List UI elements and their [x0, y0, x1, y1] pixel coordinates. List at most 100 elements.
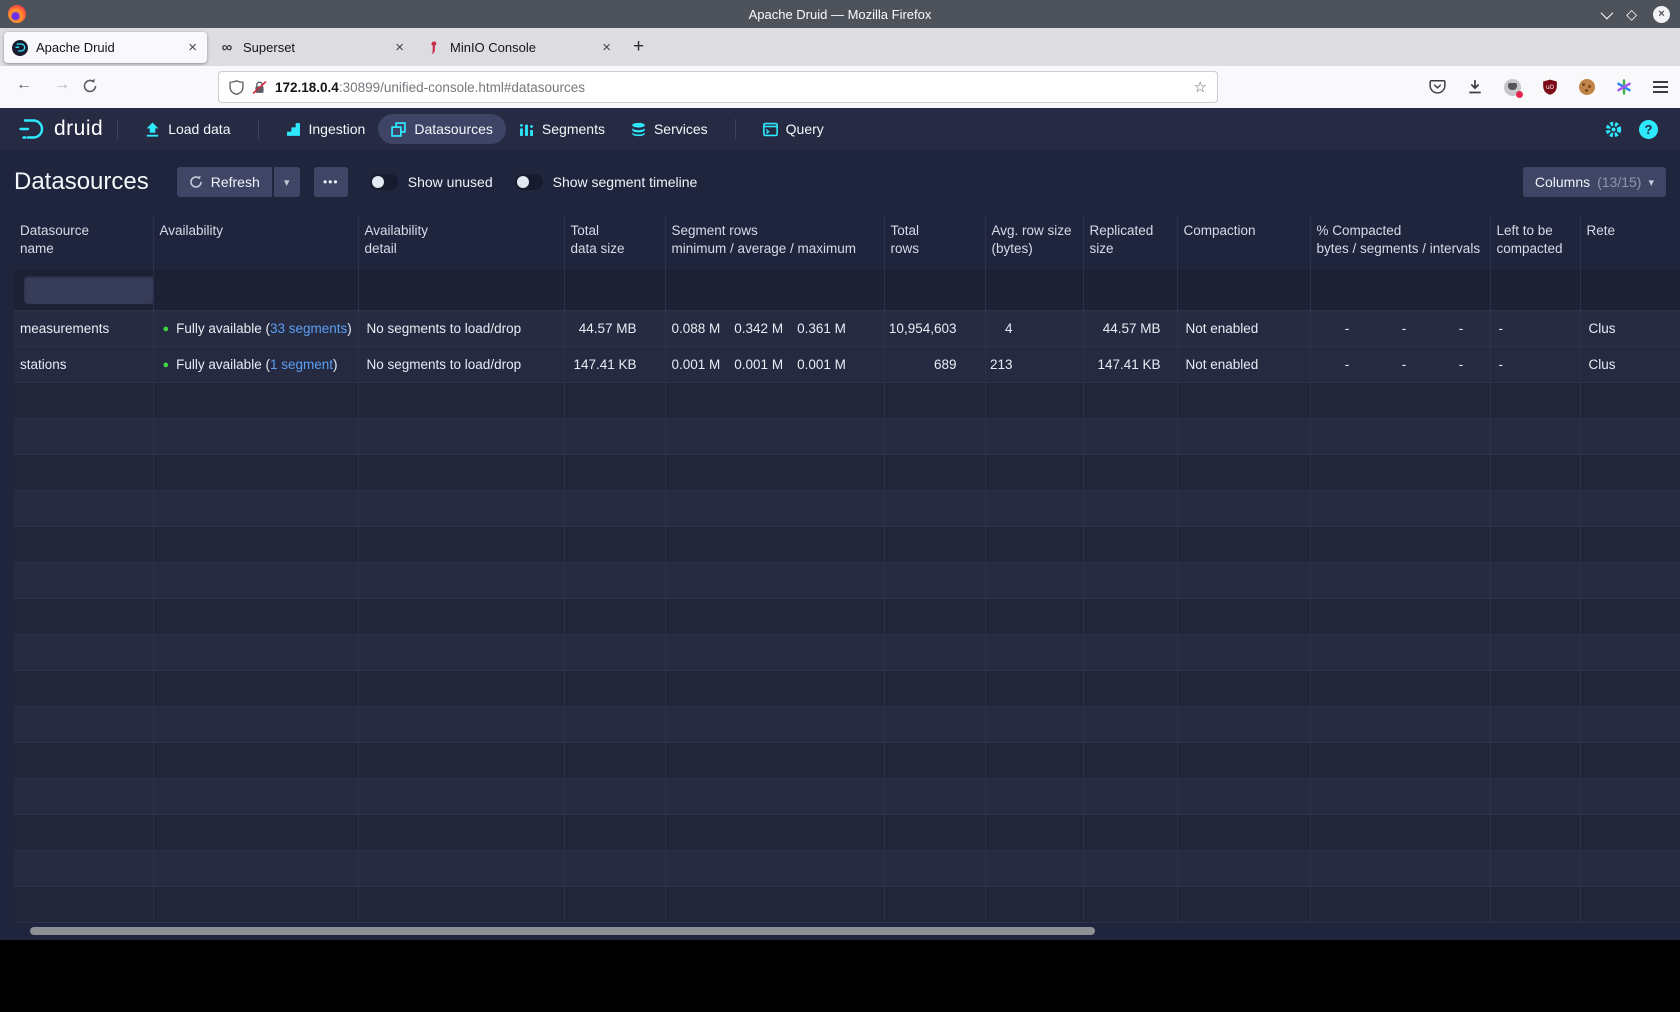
new-tab-button[interactable]: + [633, 36, 644, 58]
empty-cell [1177, 490, 1310, 526]
cell-availability-detail: No segments to load/drop [358, 310, 564, 346]
insecure-lock-icon[interactable] [252, 80, 267, 95]
load-data-icon [145, 122, 160, 137]
empty-cell [153, 850, 358, 886]
nav-item-segments[interactable]: Segments [506, 114, 618, 144]
empty-cell [884, 742, 985, 778]
col-compaction[interactable]: Compaction [1177, 214, 1310, 270]
columns-button[interactable]: Columns (13/15) ▾ [1523, 167, 1666, 197]
nav-item-datasources[interactable]: Datasources [378, 114, 506, 144]
datasource-name-filter-input[interactable] [24, 276, 153, 304]
empty-cell [985, 742, 1083, 778]
col-avg-row-size[interactable]: Avg. row size(bytes) [985, 214, 1083, 270]
reload-icon[interactable] [82, 78, 98, 94]
asterisk-extension-icon[interactable] [1616, 79, 1632, 95]
tab-close-icon[interactable]: × [393, 39, 406, 56]
show-segment-timeline-toggle[interactable] [515, 174, 543, 190]
empty-cell [985, 598, 1083, 634]
nav-item-label: Segments [542, 121, 605, 137]
cell-total-data-size: 44.57 MB [564, 310, 665, 346]
empty-cell [564, 778, 665, 814]
empty-cell [153, 526, 358, 562]
empty-cell [1177, 562, 1310, 598]
nav-item-ingestion[interactable]: Ingestion [273, 114, 379, 144]
empty-cell [564, 634, 665, 670]
horizontal-scrollbar-thumb[interactable] [30, 927, 1095, 935]
col-total-data-size[interactable]: Totaldata size [564, 214, 665, 270]
refresh-button[interactable]: Refresh [177, 167, 272, 197]
settings-gear-icon[interactable] [1604, 120, 1623, 139]
nav-item-load-data[interactable]: Load data [132, 114, 243, 144]
tab-superset[interactable]: ∞ Superset × [211, 32, 414, 63]
col-availability[interactable]: Availability [153, 214, 358, 270]
col-segment-rows[interactable]: Segment rowsminimum / average / maximum [665, 214, 884, 270]
back-icon[interactable]: ← [16, 76, 32, 94]
empty-cell [1310, 850, 1490, 886]
empty-cell [14, 886, 153, 922]
col-availability-detail[interactable]: Availabilitydetail [358, 214, 564, 270]
url-bar[interactable]: 172.18.0.4:30899/unified-console.html#da… [218, 71, 1218, 103]
empty-cell [1310, 706, 1490, 742]
extension-mask-icon[interactable] [1504, 79, 1521, 96]
empty-cell [884, 706, 985, 742]
col-replicated-size[interactable]: Replicatedsize [1083, 214, 1177, 270]
help-icon[interactable]: ? [1639, 120, 1658, 139]
window-minimize-icon[interactable] [1601, 6, 1614, 19]
window-close-icon[interactable]: × [1653, 6, 1670, 23]
tab-close-icon[interactable]: × [600, 39, 613, 56]
empty-cell [665, 778, 884, 814]
shield-icon[interactable] [229, 80, 244, 95]
forward-icon[interactable]: → [54, 76, 70, 94]
empty-cell [1083, 562, 1177, 598]
empty-cell [665, 706, 884, 742]
empty-cell [153, 670, 358, 706]
col-pct-compacted[interactable]: % Compactedbytes / segments / intervals [1310, 214, 1490, 270]
menu-hamburger-icon[interactable] [1653, 81, 1668, 93]
empty-cell [358, 598, 564, 634]
table-row-empty [14, 598, 1680, 634]
ublock-origin-icon[interactable]: uO [1542, 79, 1558, 95]
table-row-stations[interactable]: stations ●Fully available (1 segment) No… [14, 346, 1680, 382]
tab-close-icon[interactable]: × [186, 39, 199, 56]
tab-minio-console[interactable]: MinIO Console × [418, 32, 621, 63]
druid-logo[interactable]: druid [18, 116, 103, 142]
window-maximize-icon[interactable]: ◇ [1626, 7, 1637, 21]
refresh-dropdown-button[interactable]: ▾ [274, 167, 300, 197]
tab-title: Apache Druid [36, 40, 186, 55]
nav-item-query[interactable]: Query [750, 114, 837, 144]
empty-cell [985, 382, 1083, 418]
show-unused-toggle[interactable] [370, 174, 398, 190]
cookie-extension-icon[interactable] [1579, 79, 1595, 95]
empty-cell [1580, 490, 1680, 526]
col-datasource-name[interactable]: Datasourcename [14, 214, 153, 270]
pocket-icon[interactable] [1429, 79, 1446, 95]
cell-pct-compacted: --- [1310, 346, 1490, 382]
empty-cell [985, 706, 1083, 742]
empty-cell [1177, 814, 1310, 850]
services-icon [631, 122, 646, 137]
table-row-measurements[interactable]: measurements ●Fully available (33 segmen… [14, 310, 1680, 346]
empty-cell [358, 706, 564, 742]
empty-cell [358, 418, 564, 454]
empty-cell [564, 850, 665, 886]
col-total-rows[interactable]: Totalrows [884, 214, 985, 270]
more-actions-button[interactable]: ••• [314, 167, 348, 197]
col-retention[interactable]: Rete [1580, 214, 1680, 270]
empty-cell [884, 562, 985, 598]
bookmark-star-icon[interactable]: ☆ [1194, 78, 1207, 96]
empty-cell [1083, 850, 1177, 886]
empty-cell [1177, 598, 1310, 634]
datasources-icon [391, 122, 406, 137]
nav-item-services[interactable]: Services [618, 114, 721, 144]
segments-link[interactable]: 33 segments [270, 321, 347, 336]
empty-cell [665, 562, 884, 598]
downloads-icon[interactable] [1467, 79, 1483, 95]
empty-cell [884, 886, 985, 922]
empty-cell [665, 886, 884, 922]
tab-apache-druid[interactable]: Apache Druid × [4, 32, 207, 63]
col-left-to-be-compacted[interactable]: Left to becompacted [1490, 214, 1580, 270]
empty-cell [1310, 634, 1490, 670]
empty-cell [358, 562, 564, 598]
segments-link[interactable]: 1 segment [270, 357, 333, 372]
cell-availability-detail: No segments to load/drop [358, 346, 564, 382]
